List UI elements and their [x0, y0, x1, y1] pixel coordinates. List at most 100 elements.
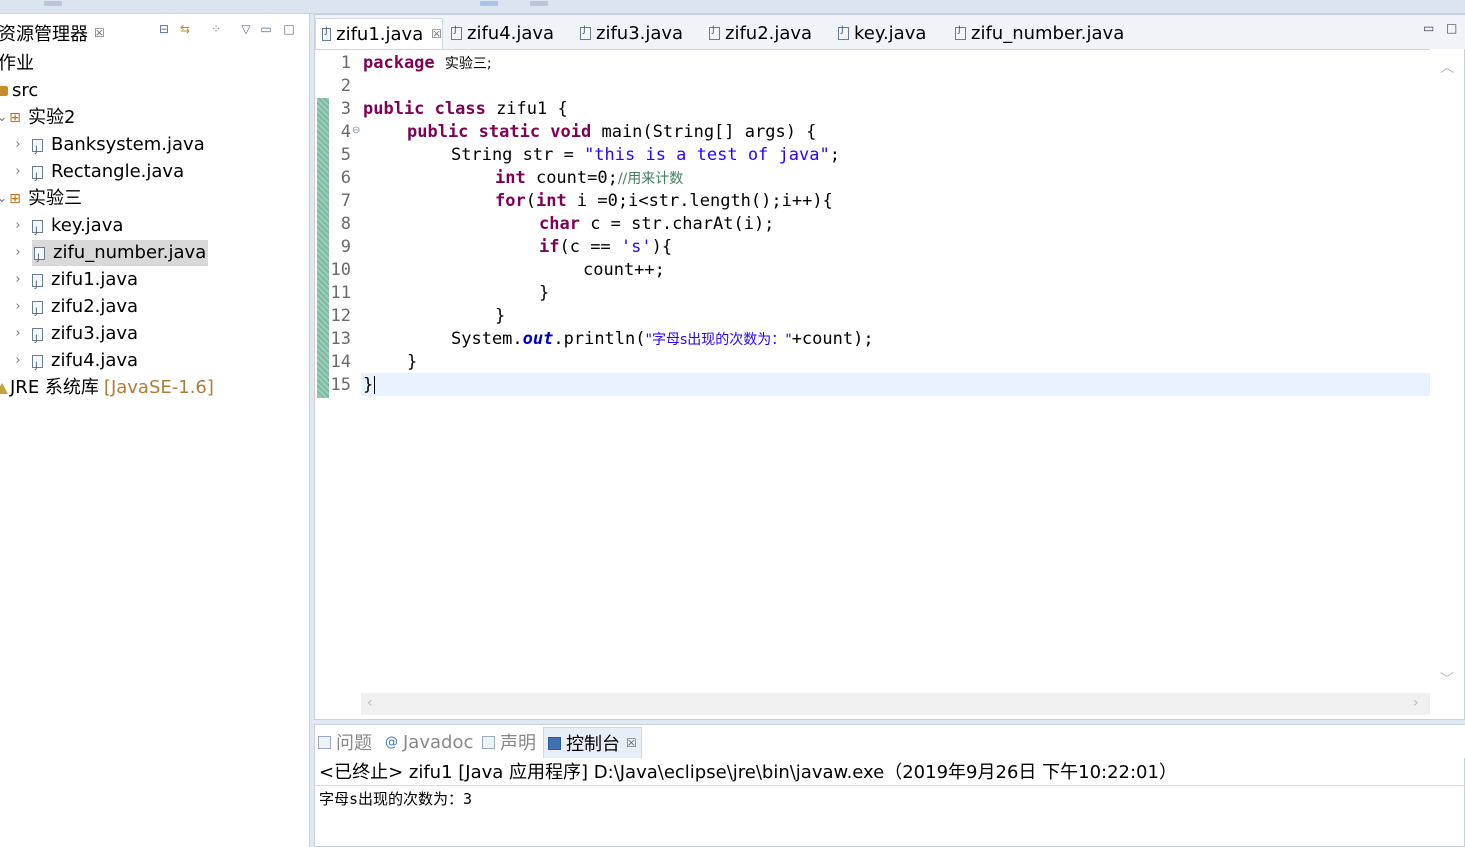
scroll-left-icon[interactable]: ‹ — [367, 695, 373, 711]
tab-label: Javadoc — [403, 731, 474, 753]
chevron-right-icon[interactable]: › — [12, 294, 24, 320]
tab-declaration[interactable]: 声明 — [482, 727, 536, 757]
code-line[interactable]: public static void main(String[] args) { — [407, 121, 816, 144]
close-icon[interactable]: ☒ — [94, 26, 105, 40]
tab-zifu4[interactable]: zifu4.java — [445, 18, 554, 49]
explorer-tab[interactable]: 资源管理器 ☒ — [0, 18, 105, 48]
code-line[interactable]: System.out.println("字母s出现的次数为："+count); — [451, 328, 874, 351]
code-text: } — [363, 375, 374, 395]
toolbar-button[interactable] — [530, 1, 548, 6]
code-text: (c == — [559, 237, 621, 257]
horizontal-scrollbar[interactable]: ‹ › — [361, 693, 1430, 715]
vertical-scrollbar[interactable]: ︿ ﹀ — [1430, 49, 1464, 693]
fold-collapse-icon[interactable]: ⊖ — [352, 125, 360, 136]
chevron-right-icon[interactable]: › — [12, 348, 24, 374]
chevron-right-icon[interactable]: › — [12, 267, 24, 293]
chevron-right-icon[interactable]: › — [12, 321, 24, 347]
code-line[interactable]: for(int i =0;i<str.length();i++){ — [495, 190, 833, 213]
tab-zifu2[interactable]: zifu2.java — [703, 18, 812, 49]
tab-console[interactable]: 控制台 ☒ — [543, 727, 642, 758]
code-line[interactable]: } — [407, 351, 417, 374]
tab-zifu1[interactable]: zifu1.java ☒ — [315, 18, 443, 49]
console-output: 字母s出现的次数为：3 — [319, 790, 473, 808]
code-text: } — [407, 352, 418, 372]
tree-item-file[interactable]: › Rectangle.java — [12, 159, 184, 190]
java-file-icon — [32, 299, 43, 325]
code-line[interactable]: } — [363, 374, 373, 397]
view-menu-icon[interactable]: ▽ — [239, 22, 253, 36]
scroll-right-icon[interactable]: › — [1413, 695, 1419, 711]
tab-problems[interactable]: 问题 — [318, 727, 372, 757]
line-number: 12 — [330, 306, 351, 326]
java-file-icon — [580, 25, 591, 40]
java-file-icon — [322, 26, 332, 41]
chevron-right-icon[interactable]: › — [12, 240, 24, 266]
filter-icon[interactable]: ⁘ — [209, 22, 223, 36]
code-text: main(String[] args) { — [591, 122, 817, 142]
code-text: } — [539, 283, 550, 303]
code-line[interactable]: public class zifu1 { — [363, 98, 568, 121]
collapse-all-icon[interactable]: ⊟ — [157, 22, 171, 36]
comment: //用来计数 — [617, 171, 684, 187]
maximize-icon[interactable]: □ — [282, 22, 296, 36]
java-file-icon — [32, 353, 43, 379]
tree-item-file[interactable]: › zifu1.java — [12, 267, 138, 298]
maximize-icon[interactable]: □ — [1446, 21, 1457, 35]
line-number: 10 — [330, 260, 351, 280]
tab-label: 控制台 — [566, 734, 620, 755]
scroll-up-icon[interactable]: ︿ — [1440, 57, 1454, 77]
tree-item-file[interactable]: › zifu2.java — [12, 294, 138, 325]
console-icon — [548, 736, 561, 750]
toolbar-button[interactable] — [44, 1, 62, 6]
code-line[interactable]: } — [495, 305, 505, 328]
code-line[interactable]: if(c == 's'){ — [539, 236, 672, 259]
library-icon — [0, 382, 8, 394]
tab-label: 问题 — [336, 733, 372, 754]
code-line[interactable]: } — [539, 282, 549, 305]
tree-item-src[interactable]: src — [0, 78, 38, 104]
tab-label: zifu2.java — [725, 23, 813, 44]
tree-item-library[interactable]: JRE 系统库 [JavaSE-1.6] — [0, 375, 214, 401]
tree-item-package[interactable]: ⌄ ⊞ 实验2 — [0, 105, 75, 131]
keyword: int — [495, 168, 526, 188]
tree-item-project[interactable]: 作业 — [0, 51, 34, 77]
tree-item-file[interactable]: › key.java — [12, 213, 123, 244]
code-text: ){ — [651, 237, 673, 257]
close-icon[interactable]: ☒ — [431, 27, 442, 41]
problems-icon — [318, 735, 331, 749]
tree-item-label: zifu4.java — [51, 350, 139, 371]
tab-key[interactable]: key.java — [832, 18, 926, 49]
close-icon[interactable]: ☒ — [626, 736, 637, 750]
code-line[interactable]: char c = str.charAt(i); — [539, 213, 774, 236]
chevron-right-icon[interactable]: › — [12, 159, 24, 185]
tree-item-file-selected[interactable]: › zifu_number.java — [12, 240, 209, 271]
source-folder-icon — [0, 86, 8, 96]
code-text: } — [495, 306, 506, 326]
string-literal: "字母s出现的次数为：" — [645, 332, 792, 348]
code-line[interactable]: String str = "this is a test of java"; — [451, 144, 840, 167]
scroll-down-icon[interactable]: ﹀ — [1440, 669, 1454, 689]
chevron-right-icon[interactable]: › — [12, 132, 24, 158]
link-editor-icon[interactable]: ⇆ — [178, 22, 192, 36]
console-status: <已终止> zifu1 [Java 应用程序] D:\Java\eclipse\… — [319, 762, 1177, 783]
tree-item-file[interactable]: › zifu4.java — [12, 348, 139, 379]
chevron-right-icon[interactable]: › — [12, 213, 24, 239]
tab-zifu3[interactable]: zifu3.java — [574, 18, 683, 49]
tab-zifu-number[interactable]: zifu_number.java — [949, 18, 1124, 49]
code-line[interactable]: package 实验三; — [363, 52, 492, 75]
toolbar-button[interactable] — [480, 1, 498, 6]
tree-item-file[interactable]: › Banksystem.java — [12, 132, 204, 163]
tree-item-label: zifu_number.java — [53, 242, 207, 263]
code-line[interactable]: count++; — [583, 259, 665, 282]
tree-item-file[interactable]: › zifu3.java — [12, 321, 138, 352]
tab-javadoc[interactable]: @ Javadoc — [385, 727, 473, 757]
chevron-down-icon[interactable]: ⌄ — [0, 186, 8, 212]
line-number: 7 — [340, 191, 351, 211]
code-text: ; — [829, 145, 840, 165]
code-line[interactable]: int count=0;//用来计数 — [495, 167, 683, 190]
tree-item-package[interactable]: ⌄ ⊞ 实验三 — [0, 186, 82, 212]
tree-item-label: src — [12, 80, 39, 101]
minimize-icon[interactable]: ▭ — [1423, 21, 1434, 35]
chevron-down-icon[interactable]: ⌄ — [0, 105, 8, 131]
minimize-icon[interactable]: ▭ — [259, 22, 273, 36]
